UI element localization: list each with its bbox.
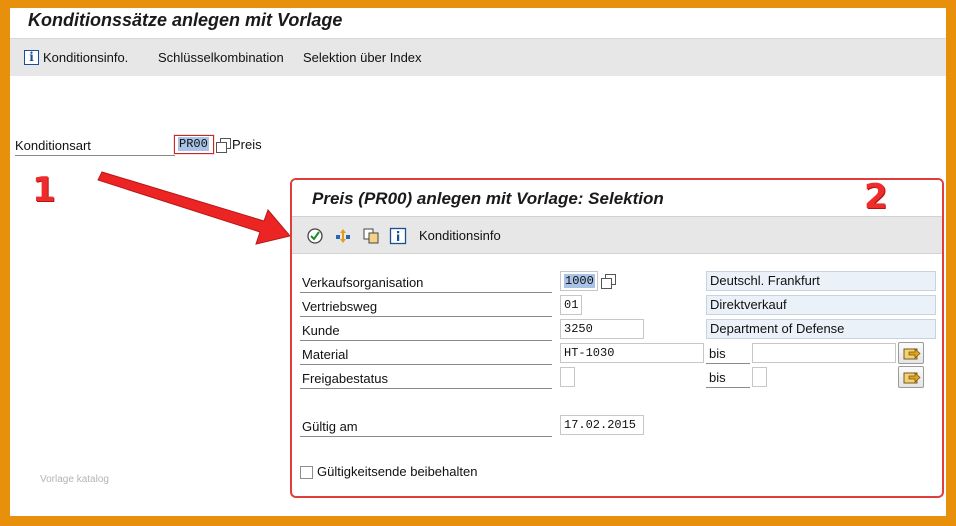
- vertriebsweg-description: Direktverkauf: [706, 295, 936, 315]
- material-bis-label: bis: [706, 344, 750, 364]
- application-toolbar: i Konditionsinfo. Schlüsselkombination S…: [10, 38, 946, 76]
- toolbar-konditionsinfo-button[interactable]: i Konditionsinfo.: [24, 50, 128, 65]
- konditionsart-label: Konditionsart: [15, 138, 175, 156]
- toolbar-konditionsinfo-label: Konditionsinfo.: [43, 50, 129, 65]
- selection-dialog: Preis (PR00) anlegen mit Vorlage: Selekt…: [290, 178, 944, 498]
- kunde-label: Kunde: [300, 321, 552, 341]
- value-help-icon[interactable]: [216, 138, 231, 153]
- dialog-header: Preis (PR00) anlegen mit Vorlage: Selekt…: [292, 180, 942, 216]
- verkaufsorganisation-value: 1000: [564, 274, 595, 288]
- info-icon[interactable]: [389, 227, 407, 245]
- verkaufsorganisation-description: Deutschl. Frankfurt: [706, 271, 936, 291]
- toolbar-selektion-index-label: Selektion über Index: [303, 50, 422, 65]
- material-to-input[interactable]: [752, 343, 896, 363]
- dialog-toolbar: Konditionsinfo: [292, 216, 942, 254]
- watermark-text: Vorlage katalog: [40, 474, 109, 485]
- freigabestatus-label: Freigabestatus: [300, 369, 552, 389]
- vertriebsweg-input[interactable]: 01: [560, 295, 582, 315]
- title-bar: Konditionssätze anlegen mit Vorlage: [10, 8, 946, 38]
- vertriebsweg-label: Vertriebsweg: [300, 297, 552, 317]
- multiple-selection-arrow-icon: [903, 372, 921, 384]
- gueltig-am-input[interactable]: 17.02.2015: [560, 415, 644, 435]
- kunde-input[interactable]: 3250: [560, 319, 644, 339]
- toolbar-schluesselkombination-button[interactable]: Schlüsselkombination: [158, 50, 284, 65]
- material-label: Material: [300, 345, 552, 365]
- verkaufsorganisation-input[interactable]: 1000: [560, 271, 598, 291]
- keep-validity-end-checkbox[interactable]: [300, 466, 313, 479]
- material-multiple-selection-button[interactable]: [898, 342, 924, 364]
- dialog-konditionsinfo-button[interactable]: Konditionsinfo: [419, 228, 501, 243]
- gueltig-am-label: Gültig am: [300, 417, 552, 437]
- execute-icon[interactable]: [306, 227, 324, 245]
- dialog-title: Preis (PR00) anlegen mit Vorlage: Selekt…: [312, 189, 664, 208]
- multiple-selection-arrow-icon: [903, 348, 921, 360]
- freigabestatus-bis-label: bis: [706, 368, 750, 388]
- window-title: Konditionssätze anlegen mit Vorlage: [28, 10, 343, 30]
- sap-window: Konditionssätze anlegen mit Vorlage i Ko…: [10, 8, 946, 516]
- copy-icon[interactable]: [362, 227, 380, 245]
- material-from-input[interactable]: HT-1030: [560, 343, 704, 363]
- freigabestatus-from-input[interactable]: [560, 367, 575, 387]
- annotation-marker-1: 1: [32, 170, 56, 210]
- konditionsart-description: Preis: [232, 137, 262, 152]
- keep-validity-end-label: Gültigkeitsende beibehalten: [317, 464, 478, 479]
- freigabestatus-to-input[interactable]: [752, 367, 767, 387]
- toolbar-schluesselkombination-label: Schlüsselkombination: [158, 50, 284, 65]
- toolbar-selektion-index-button[interactable]: Selektion über Index: [303, 50, 422, 65]
- konditionsart-input[interactable]: PR00: [174, 135, 214, 154]
- value-help-icon[interactable]: [601, 274, 616, 289]
- kunde-description: Department of Defense: [706, 319, 936, 339]
- info-icon: i: [24, 50, 39, 65]
- annotation-marker-2: 2: [864, 178, 888, 217]
- konditionsart-value: PR00: [178, 137, 209, 151]
- freigabestatus-multiple-selection-button[interactable]: [898, 366, 924, 388]
- multiple-selection-icon[interactable]: [334, 227, 352, 245]
- verkaufsorganisation-label: Verkaufsorganisation: [300, 273, 552, 293]
